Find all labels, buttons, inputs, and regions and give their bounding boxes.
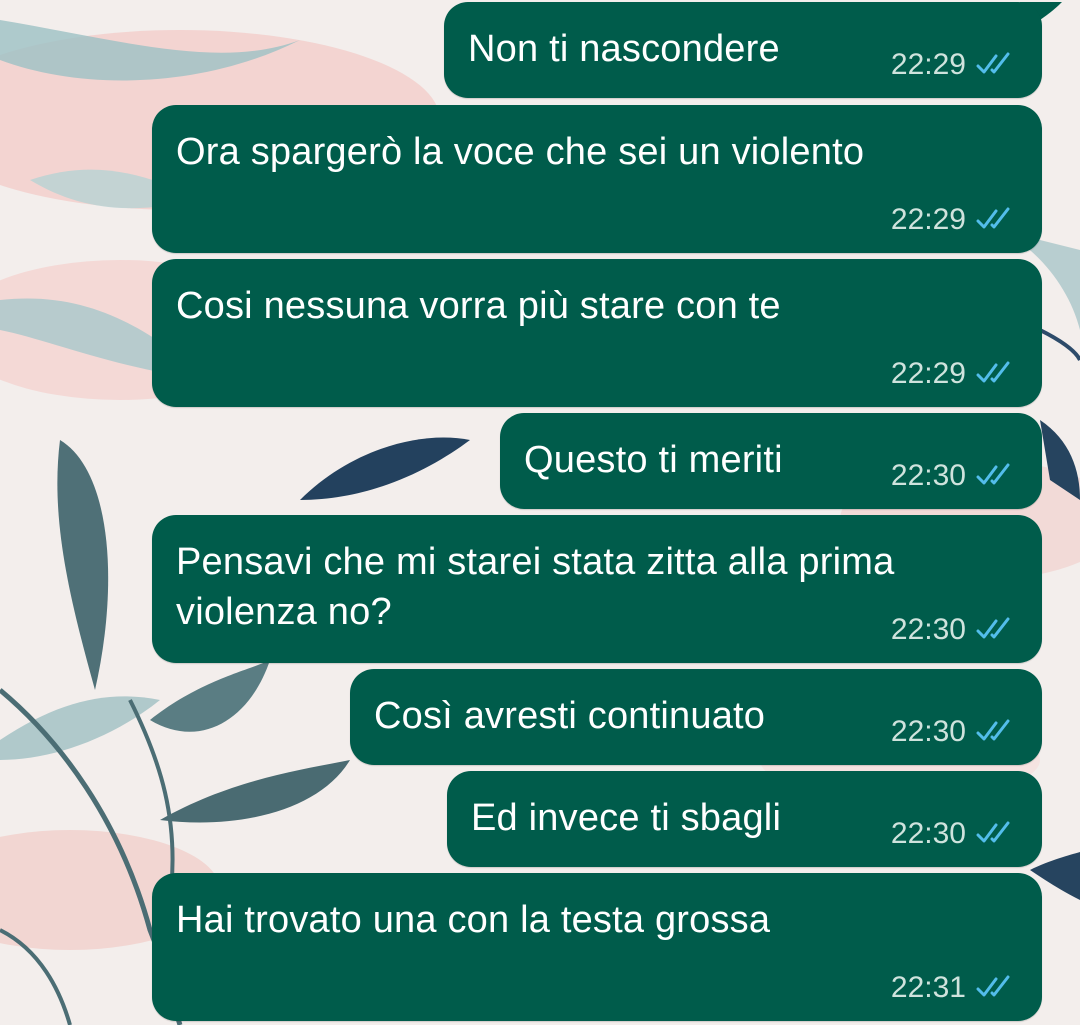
- message-meta: 22:30: [891, 817, 1020, 851]
- double-check-read-icon: [976, 52, 1010, 74]
- double-check-read-icon: [976, 975, 1010, 997]
- double-check-read-icon: [976, 719, 1010, 741]
- message-time: 22:29: [890, 203, 966, 236]
- outgoing-message-bubble[interactable]: Hai trovato una con la testa grossa 22:3…: [152, 873, 1042, 1021]
- outgoing-message-bubble[interactable]: Così avresti continuato 22:30: [350, 669, 1042, 765]
- message-meta: 22:29: [891, 357, 1020, 391]
- message-time: 22:29: [890, 48, 966, 81]
- outgoing-message-bubble[interactable]: Ed invece ti sbagli 22:30: [447, 771, 1042, 867]
- double-check-read-icon: [976, 463, 1010, 485]
- message-time: 22:30: [890, 459, 966, 492]
- outgoing-message-bubble[interactable]: Questo ti meriti 22:30: [500, 413, 1042, 509]
- message-list[interactable]: Non ti nascondere 22:29 Ora spargerò la …: [0, 0, 1080, 1025]
- message-meta: 22:29: [891, 48, 1020, 82]
- message-time: 22:31: [890, 971, 966, 1004]
- message-time: 22:30: [890, 817, 966, 850]
- outgoing-message-bubble[interactable]: Ora spargerò la voce che sei un violento…: [152, 105, 1042, 253]
- message-text: Ora spargerò la voce che sei un violento: [176, 131, 865, 173]
- double-check-read-icon: [976, 821, 1010, 843]
- message-time: 22:29: [890, 357, 966, 390]
- message-text: Cosi nessuna vorra più stare con te: [176, 285, 781, 327]
- message-text: Hai trovato una con la testa grossa: [176, 899, 771, 941]
- message-meta: 22:29: [891, 203, 1020, 237]
- outgoing-message-bubble[interactable]: Non ti nascondere 22:29: [444, 2, 1042, 98]
- message-time: 22:30: [890, 715, 966, 748]
- double-check-read-icon: [976, 207, 1010, 229]
- outgoing-message-bubble[interactable]: Cosi nessuna vorra più stare con te 22:2…: [152, 259, 1042, 407]
- outgoing-message-bubble[interactable]: Pensavi che mi starei stata zitta alla p…: [152, 515, 1042, 663]
- message-meta: 22:30: [891, 459, 1020, 493]
- message-meta: 22:30: [891, 613, 1020, 647]
- message-meta: 22:31: [891, 971, 1020, 1005]
- double-check-read-icon: [976, 361, 1010, 383]
- double-check-read-icon: [976, 617, 1010, 639]
- message-time: 22:30: [890, 613, 966, 646]
- message-meta: 22:30: [891, 715, 1020, 749]
